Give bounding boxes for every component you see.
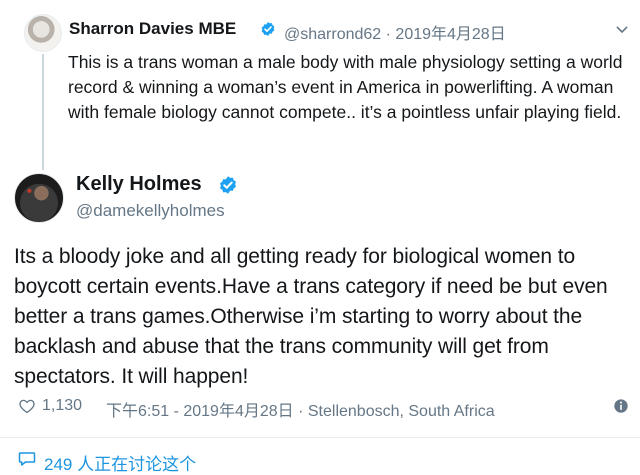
author-name[interactable]: Kelly Holmes [76,173,202,196]
tweet-text: Its a bloody joke and all getting ready … [14,245,608,388]
parent-tweet-text: This is a trans woman a male body with m… [68,52,623,122]
tweet-timestamp-location[interactable]: 下午6:51 - 2019年4月28日 · Stellenbosch, Sout… [106,397,495,421]
thread-line [42,54,44,170]
parent-author-name[interactable]: Sharron Davies MBE [69,19,236,39]
conversation-link[interactable]: 249 人正在讨论这个 [44,450,196,475]
chevron-down-icon[interactable] [614,22,630,38]
speech-bubble-icon [18,452,36,466]
author-handle[interactable]: @damekellyholmes [76,201,225,221]
like-count[interactable]: 1,130 [42,397,82,415]
heart-icon[interactable] [18,397,36,415]
parent-handle-date[interactable]: @sharrond62 · 2019年4月28日 [284,20,506,44]
info-icon[interactable] [613,398,629,414]
divider [0,437,640,438]
verified-badge-icon [261,22,275,36]
parent-avatar[interactable] [24,14,62,52]
author-avatar[interactable] [14,173,64,223]
verified-badge-icon [220,176,236,194]
